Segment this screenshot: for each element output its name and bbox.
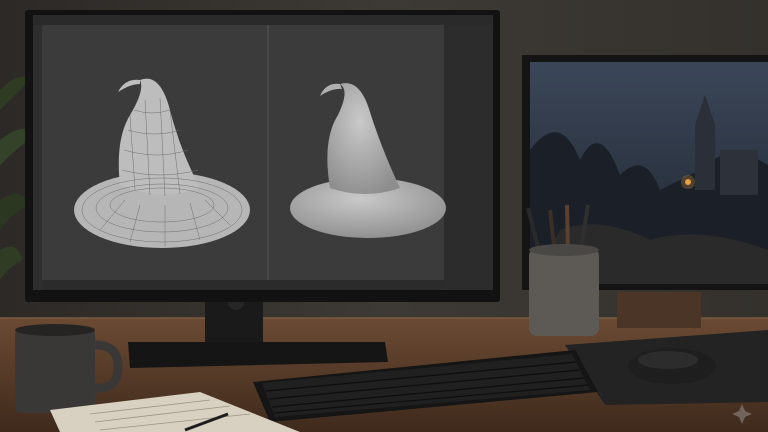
mouse-icon — [628, 348, 716, 384]
outliner-panel — [444, 25, 493, 290]
main-monitor — [25, 10, 500, 302]
app-menu-bar — [33, 15, 493, 25]
tool-palette — [33, 25, 42, 290]
desk-scene — [0, 0, 768, 432]
wood-block — [617, 292, 701, 328]
main-monitor-screen — [33, 15, 493, 290]
